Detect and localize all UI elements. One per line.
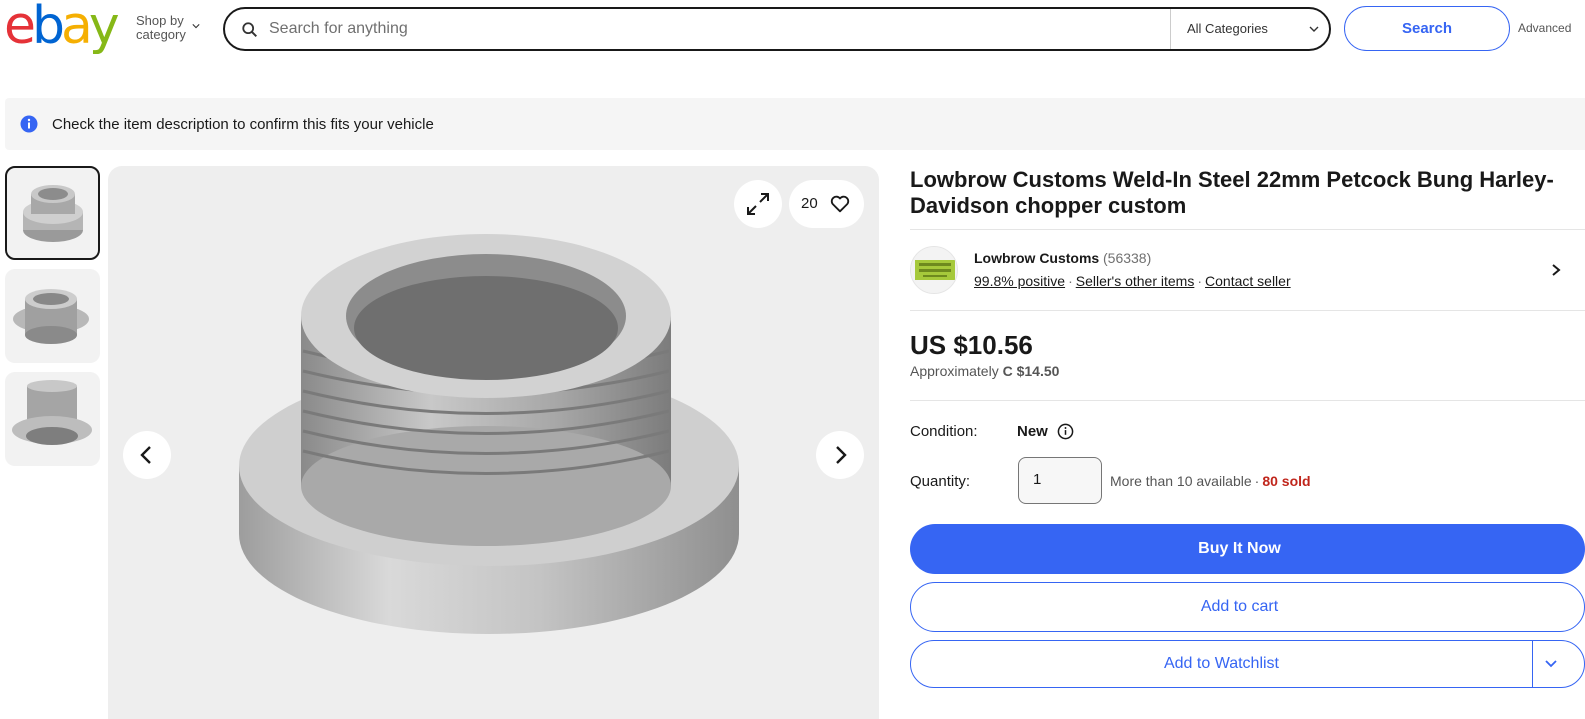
separator-dot: · (1254, 473, 1260, 489)
approx-label: Approximately (910, 363, 999, 379)
category-select-value: All Categories (1187, 21, 1268, 36)
search-icon (242, 22, 258, 38)
seller-feedback-count: (56338) (1103, 250, 1152, 266)
separator-dot: · (1197, 273, 1203, 289)
thumbnail-3[interactable] (5, 372, 100, 466)
chevron-right-icon (836, 446, 847, 464)
logo-letter: y (88, 0, 120, 56)
approx-value: C $14.50 (1002, 363, 1060, 379)
condition-value: New (1017, 423, 1048, 440)
divider (910, 229, 1585, 230)
info-icon[interactable] (1057, 423, 1074, 440)
watch-count: 20 (801, 195, 818, 212)
main-product-image[interactable]: 20 (108, 166, 879, 719)
seller-links: 99.8% positive · Seller's other items · Cont… (974, 273, 1291, 289)
shop-by-category-button[interactable]: Shop by category (136, 13, 200, 42)
logo-letter: a (61, 0, 93, 56)
chevron-down-icon (192, 24, 200, 29)
quantity-label: Quantity: (910, 473, 971, 490)
positive-feedback-link[interactable]: 99.8% positive (974, 273, 1065, 289)
category-label: category (136, 27, 186, 42)
add-to-cart-button[interactable]: Add to cart (910, 582, 1585, 632)
bung-thumbnail-image (12, 380, 92, 445)
watch-count-button[interactable]: 20 (789, 180, 864, 228)
info-icon (20, 115, 38, 133)
advanced-search-link[interactable]: Advanced (1518, 21, 1571, 35)
divider (910, 400, 1585, 401)
sold-count[interactable]: 80 sold (1262, 473, 1310, 489)
ebay-logo[interactable]: ebay (4, 0, 120, 56)
chevron-down-icon (1545, 660, 1557, 668)
item-title: Lowbrow Customs Weld-In Steel 22mm Petco… (910, 167, 1554, 218)
availability: More than 10 available · 80 sold (1110, 473, 1311, 489)
bung-thumbnail-image (13, 289, 89, 344)
heart-icon (830, 195, 850, 213)
available-text: More than 10 available (1110, 473, 1252, 489)
expand-image-button[interactable] (734, 180, 782, 228)
add-to-watchlist-button[interactable]: Add to Watchlist (911, 641, 1532, 687)
notice-text: Check the item description to confirm th… (52, 116, 434, 133)
previous-image-button[interactable] (123, 431, 171, 479)
logo-letter: e (4, 0, 36, 56)
seller-logo-image (911, 247, 957, 293)
petcock-bung-image (239, 234, 739, 634)
category-select[interactable]: All Categories (1170, 9, 1331, 49)
watchlist-button-group: Add to Watchlist (910, 640, 1585, 688)
chevron-left-icon (140, 446, 151, 464)
quantity-field[interactable] (1018, 457, 1102, 504)
separator-dot: · (1068, 273, 1073, 289)
seller-name[interactable]: Lowbrow Customs (974, 250, 1099, 266)
search-input[interactable] (269, 15, 1149, 43)
bung-thumbnail-image (23, 185, 83, 242)
logo-letter: b (32, 0, 65, 56)
quantity-input[interactable] (1033, 471, 1093, 488)
contact-seller-link[interactable]: Contact seller (1205, 273, 1291, 289)
divider (910, 310, 1585, 311)
watchlist-dropdown-button[interactable] (1533, 641, 1569, 687)
expand-icon (747, 193, 769, 215)
site-header: ebay Shop by category All Categories Sea… (0, 0, 1585, 60)
thumbnail-2[interactable] (5, 269, 100, 363)
thumbnail-1[interactable] (5, 166, 100, 260)
fitment-notice: Check the item description to confirm th… (5, 98, 1585, 150)
shop-by-label: Shop by (136, 13, 184, 28)
search-bar: All Categories (223, 7, 1331, 51)
chevron-right-icon[interactable] (1550, 263, 1562, 277)
chevron-down-icon (1309, 26, 1319, 32)
search-button[interactable]: Search (1344, 6, 1510, 51)
approx-price: Approximately C $14.50 (910, 363, 1059, 379)
seller-avatar[interactable] (910, 246, 958, 294)
seller-other-items-link[interactable]: Seller's other items (1076, 273, 1195, 289)
item-price: US $10.56 (910, 330, 1033, 360)
buy-it-now-button[interactable]: Buy It Now (910, 524, 1585, 574)
condition-label: Condition: (910, 423, 978, 440)
next-image-button[interactable] (816, 431, 864, 479)
